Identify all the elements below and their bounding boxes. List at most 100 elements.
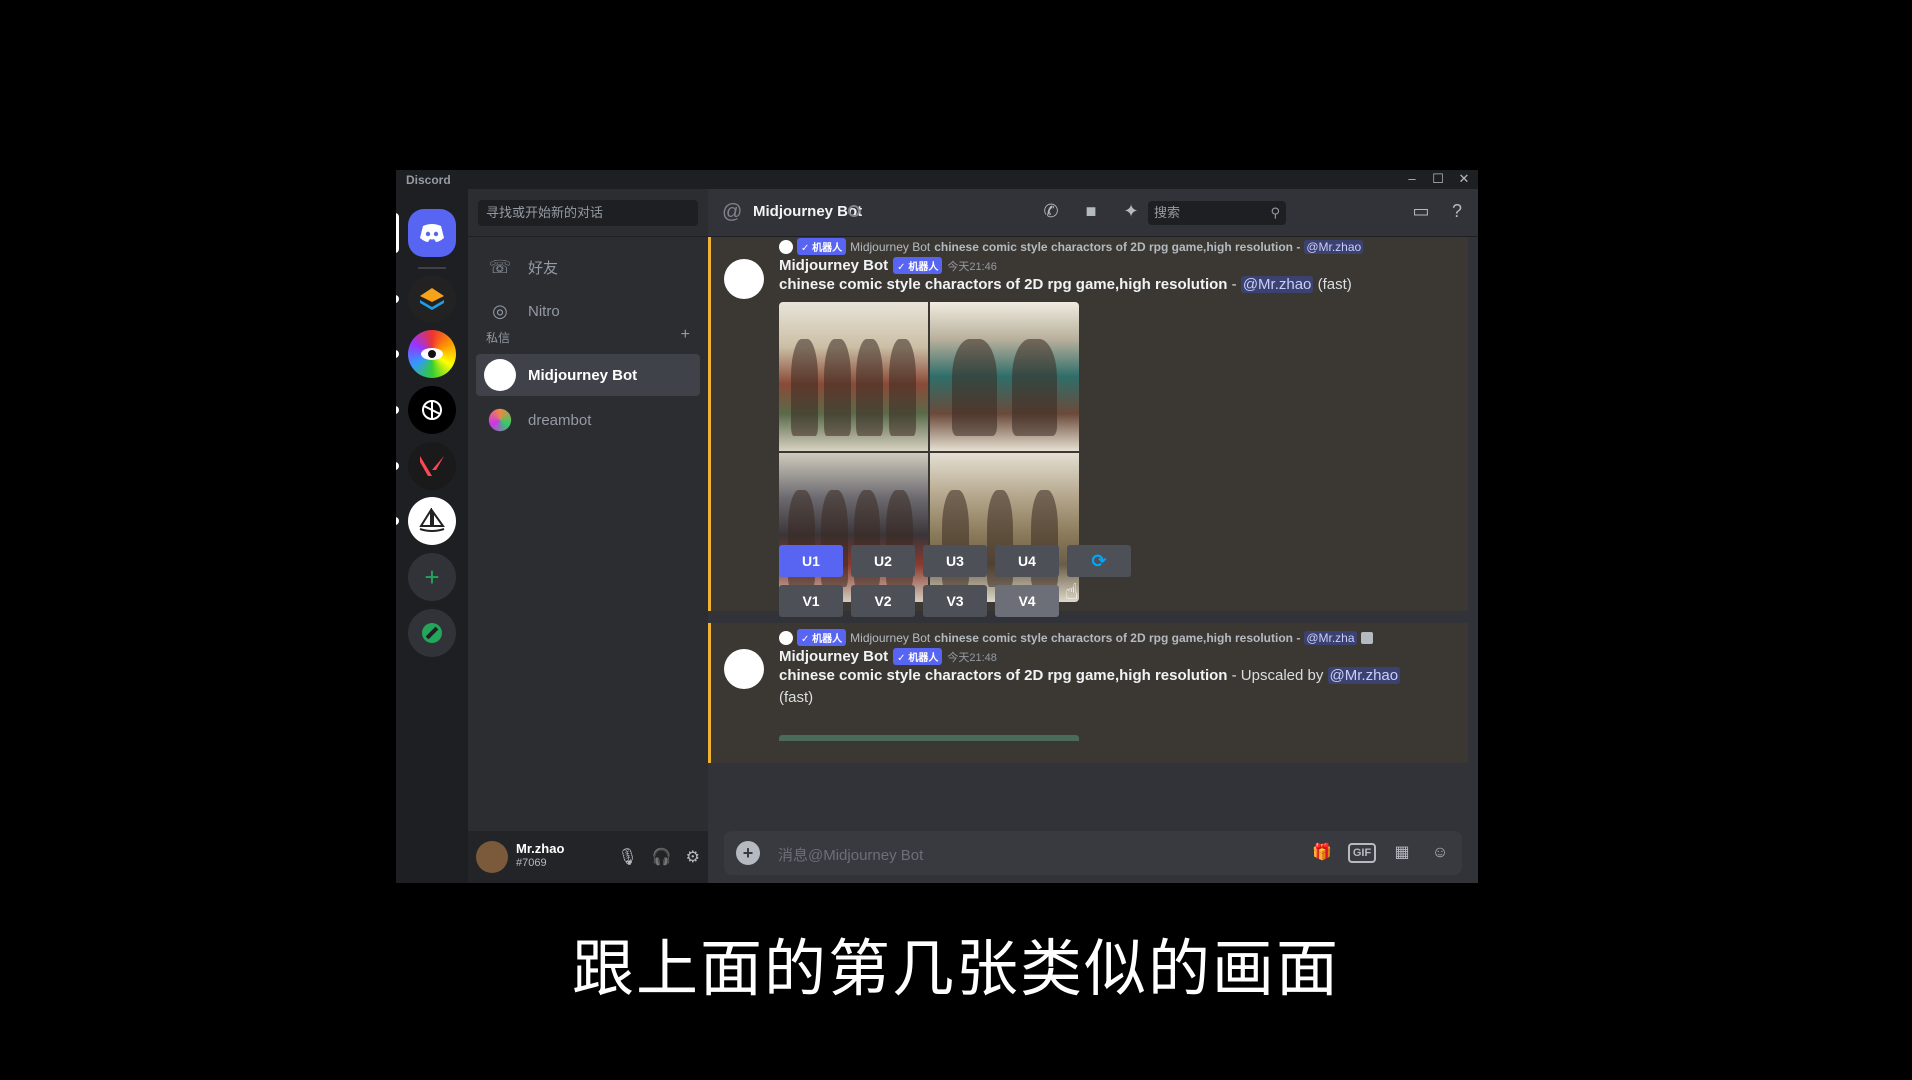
sticker-icon[interactable]: ▦ [1390, 841, 1414, 865]
reply-preview[interactable]: ✓ 机器人 Midjourney Bot chinese comic style… [779, 238, 1364, 255]
search-input[interactable]: 搜索 ⚲ [1148, 201, 1286, 225]
avatar[interactable] [724, 649, 764, 689]
server-layers[interactable] [408, 275, 456, 323]
pin-icon[interactable]: ✦ [1118, 201, 1144, 225]
refresh-icon: ⟳ [1091, 550, 1107, 571]
gif-icon[interactable]: GIF [1348, 843, 1376, 863]
reply-author: Midjourney Bot [850, 239, 931, 254]
prompt-text: chinese comic style charactors of 2D rpg… [779, 276, 1228, 293]
reply-mention[interactable]: @Mr.zhao [1304, 239, 1364, 254]
reply-text: chinese comic style charactors of 2D rpg… [934, 239, 1301, 254]
discord-logo-icon [420, 224, 444, 242]
status-icon [848, 205, 860, 217]
selected-indicator [396, 213, 399, 253]
chat-header: @ Midjourney Bot ✆ ■ ✦ + ● 搜索 ⚲ ▭ ? [708, 189, 1478, 237]
plus-icon: + [424, 561, 440, 592]
unread-indicator [396, 350, 399, 358]
reply-preview[interactable]: ✓ 机器人 Midjourney Bot chinese comic style… [779, 629, 1373, 646]
mention[interactable]: @Mr.zhao [1327, 667, 1401, 684]
nav-nitro[interactable]: ◎ Nitro [476, 291, 700, 331]
u2-button[interactable]: U2 [851, 545, 915, 577]
v4-button[interactable]: V4 [995, 585, 1059, 617]
u4-button[interactable]: U4 [995, 545, 1059, 577]
u1-button[interactable]: U1 [779, 545, 843, 577]
server-midjourney[interactable] [408, 497, 456, 545]
grid-image-1[interactable] [779, 302, 928, 451]
microphone-icon[interactable]: 🎙 [617, 847, 637, 867]
layers-icon [420, 288, 444, 310]
attach-plus-icon[interactable]: + [736, 841, 760, 865]
server-valorant[interactable] [408, 442, 456, 490]
dm-header: 私信 [486, 331, 511, 345]
server-eye[interactable] [408, 330, 456, 378]
server-rail: + [396, 189, 468, 883]
voice-call-icon[interactable]: ✆ [1038, 201, 1064, 225]
author-name[interactable]: Midjourney Bot [779, 648, 888, 665]
unread-indicator [396, 295, 399, 303]
nav-label: Nitro [528, 302, 560, 320]
video-subtitle: 跟上面的第几张类似的画面 [571, 932, 1340, 1005]
speed-label: (fast) [779, 689, 814, 706]
server-openai[interactable] [408, 386, 456, 434]
avatar [488, 408, 512, 432]
speed-label: (fast) [1313, 276, 1352, 293]
v3-button[interactable]: V3 [923, 585, 987, 617]
chat-area: @ Midjourney Bot ✆ ■ ✦ + ● 搜索 ⚲ ▭ ? [708, 189, 1478, 883]
bot-badge: ✓ 机器人 [797, 629, 847, 646]
chat-title: Midjourney Bot [753, 203, 863, 220]
grid-image-3[interactable] [779, 453, 928, 602]
bot-badge: ✓ 机器人 [893, 648, 943, 665]
mention[interactable]: @Mr.zhao [1240, 276, 1314, 293]
help-icon[interactable]: ? [1446, 201, 1468, 222]
video-call-icon[interactable]: ■ [1078, 201, 1104, 225]
dm-name: Midjourney Bot [528, 366, 638, 384]
message-input[interactable]: 消息@Midjourney Bot [778, 844, 923, 865]
author-name[interactable]: Midjourney Bot [779, 257, 888, 274]
separator: - [1227, 276, 1241, 293]
avatar[interactable] [724, 259, 764, 299]
grid-image-2[interactable] [930, 302, 1079, 451]
gift-icon[interactable]: 🎁 [1310, 841, 1334, 865]
user-panel: Mr.zhao #7069 🎙 🎧 ⚙ [468, 831, 708, 883]
reply-mention[interactable]: @Mr.zha [1304, 630, 1357, 645]
nav-friends[interactable]: ☏ 好友 [476, 247, 700, 287]
gear-icon[interactable]: ⚙ [686, 847, 700, 867]
reply-author: Midjourney Bot [850, 630, 931, 645]
v1-button[interactable]: V1 [779, 585, 843, 617]
explore-button[interactable] [408, 609, 456, 657]
inbox-icon[interactable]: ▭ [1410, 201, 1432, 222]
mouse-cursor-icon: ☝ [1065, 579, 1079, 604]
dm-midjourney-bot[interactable]: Midjourney Bot [476, 354, 700, 396]
headphones-icon[interactable]: 🎧 [652, 847, 672, 867]
prompt-text: chinese comic style charactors of 2D rpg… [779, 667, 1228, 684]
grid-image-4[interactable] [930, 453, 1079, 602]
message-content: chinese comic style charactors of 2D rpg… [779, 274, 1352, 296]
variation-buttons: V1 V2 V3 V4 [779, 585, 1059, 617]
message: ✓ 机器人 Midjourney Bot chinese comic style… [708, 623, 1468, 763]
reroll-button[interactable]: ⟳ [1067, 545, 1131, 577]
home-button[interactable] [408, 209, 456, 257]
message: ✓ 机器人 Midjourney Bot chinese comic style… [708, 237, 1468, 617]
valorant-icon [420, 456, 444, 476]
minimize-button[interactable]: – [1404, 171, 1420, 187]
add-server-button[interactable]: + [408, 553, 456, 601]
dm-sidebar: 寻找或开始新的对话 ☏ 好友 ◎ Nitro 私信 + Midjourney B… [468, 189, 708, 883]
create-dm-icon[interactable]: + [681, 327, 690, 346]
v2-button[interactable]: V2 [851, 585, 915, 617]
upscaled-label: - Upscaled by [1227, 667, 1328, 684]
user-avatar[interactable] [476, 841, 508, 873]
emoji-icon[interactable]: ☺ [1428, 841, 1452, 865]
dm-name: dreambot [528, 411, 592, 429]
find-conversation-input[interactable]: 寻找或开始新的对话 [478, 200, 698, 226]
eye-icon [421, 348, 443, 360]
u3-button[interactable]: U3 [923, 545, 987, 577]
openai-icon [422, 400, 442, 420]
unread-indicator [396, 517, 399, 525]
nav-label: 好友 [528, 259, 559, 277]
close-button[interactable]: ✕ [1456, 171, 1472, 187]
compass-icon [422, 623, 442, 643]
at-icon: @ [722, 201, 743, 223]
maximize-button[interactable]: ☐ [1430, 171, 1446, 187]
dm-dreambot[interactable]: dreambot [476, 399, 700, 441]
upscaled-image[interactable] [779, 735, 1079, 741]
